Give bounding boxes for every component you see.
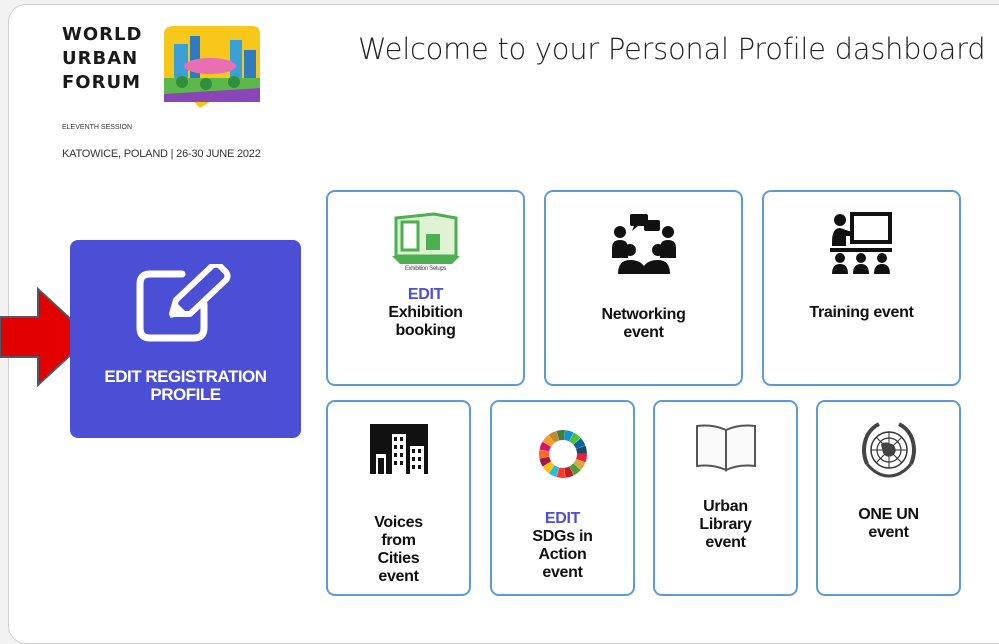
voices-line-1: Voices — [374, 514, 423, 531]
page-title: Welcome to your Personal Profile dashboa… — [358, 32, 986, 66]
logo-city-art — [164, 26, 260, 108]
sdg-wheel-icon — [538, 430, 587, 478]
networking-line-1: Networking — [601, 306, 686, 323]
open-book-icon — [695, 424, 756, 472]
training-event-card[interactable]: Training event — [762, 190, 961, 386]
networking-event-card[interactable]: Networking event — [544, 190, 743, 386]
exhibition-booking-card[interactable]: Exhibition Setups EDIT Exhibition bookin… — [326, 190, 525, 386]
sdgs-line-2: Action — [538, 546, 587, 563]
oneun-line-1: ONE UN — [858, 506, 919, 523]
library-line-3: event — [705, 534, 746, 551]
sdgs-line-1: SDGs in — [532, 528, 593, 545]
exhibition-line-2: booking — [395, 322, 456, 339]
training-line-1: Training event — [809, 304, 914, 321]
voices-from-cities-card[interactable]: Voices from Cities event — [326, 400, 471, 596]
edit-pencil-icon — [136, 264, 231, 342]
urban-library-card[interactable]: Urban Library event — [653, 400, 798, 596]
exhibition-line-1: Exhibition — [388, 304, 463, 321]
logo-line-2: URBAN — [62, 48, 139, 69]
primary-label-line-2: PROFILE — [150, 385, 221, 404]
wuf-logo: WORLD URBAN FORUM ELEVENTH SESSION KATOW… — [62, 24, 272, 160]
voices-line-3: Cities — [377, 550, 420, 567]
edit-registration-profile-button[interactable]: EDIT REGISTRATION PROFILE — [70, 240, 301, 438]
city-buildings-icon — [369, 424, 428, 474]
networking-people-icon — [611, 214, 676, 274]
logo-line-3: FORUM — [62, 72, 141, 93]
primary-label-line-1: EDIT REGISTRATION — [104, 367, 267, 386]
library-line-2: Library — [699, 516, 752, 533]
logo-session: ELEVENTH SESSION — [62, 124, 133, 131]
logo-line-1: WORLD — [62, 24, 143, 45]
oneun-line-2: event — [868, 524, 909, 541]
one-un-card[interactable]: ONE UN event — [816, 400, 961, 596]
voices-line-4: event — [378, 568, 419, 585]
networking-line-2: event — [623, 324, 664, 341]
training-classroom-icon — [829, 212, 892, 274]
sdgs-in-action-card[interactable]: EDIT SDGs in Action event — [490, 400, 635, 596]
exhibition-edit-label: EDIT — [407, 286, 444, 303]
sdgs-edit-label: EDIT — [544, 510, 581, 527]
voices-line-2: from — [381, 532, 416, 549]
un-emblem-icon — [861, 422, 916, 478]
logo-place: KATOWICE, POLAND | 26-30 JUNE 2022 — [62, 148, 261, 160]
exhibition-booth-icon — [391, 212, 460, 264]
exhibition-icon-caption: Exhibition Setups — [404, 266, 447, 272]
sdgs-line-3: event — [542, 564, 583, 581]
library-line-1: Urban — [703, 498, 748, 515]
